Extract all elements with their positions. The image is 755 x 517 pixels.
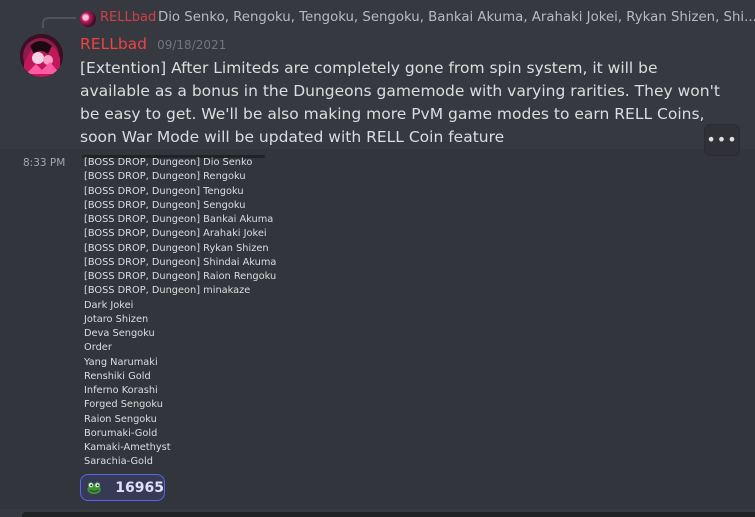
list-item: [BOSS DROP, Dungeon] Bankai Akuma [84,214,274,225]
list-item: [BOSS DROP, Dungeon] Arahaki Jokei [84,228,267,240]
more-dots-icon: ••• [706,130,738,149]
reply-avatar[interactable] [80,11,96,27]
list-item: Kamaki-Amethyst [84,442,171,453]
more-options-button[interactable]: ••• [704,124,740,156]
list-item: Forged Sengoku [84,399,163,411]
list-item: [BOSS DROP, Dungeon] Tengoku [84,185,244,197]
list-item: Order [84,342,112,354]
list-item: Dark Jokei [84,299,134,311]
list-item: Jotaro Shizen [84,313,149,325]
frog-emoji-icon [87,481,101,494]
reply-preview[interactable]: Dio Senko, Rengoku, Tengoku, Sengoku, Ba… [158,10,755,25]
message-timestamp: 8:33 PM [23,157,66,169]
list-item: Yang Narumaki [84,356,158,368]
message-author[interactable]: RELLbad [80,35,147,53]
list-item: Raion Sengoku [84,413,157,425]
list-item: Renshiki Gold [84,370,151,382]
avatar-image [20,34,63,77]
list-item: [BOSS DROP, Dungeon] Rykan Shizen [84,242,269,254]
list-item: [BOSS DROP, Dungeon] Sengoku [84,199,246,211]
list-item: Sarachia-Gold [84,456,153,468]
list-item: Deva Sengoku [84,328,155,339]
message-date: 09/18/2021 [157,38,227,52]
reaction-button[interactable]: 16965 [80,474,165,501]
avatar[interactable] [20,34,63,77]
list-item: Inferno Korashi [84,385,158,396]
chat-page: RELLbad Dio Senko, Rengoku, Tengoku, Sen… [0,0,755,517]
list-item: [BOSS DROP, Dungeon] Dio Senko [84,157,253,168]
list-item: [BOSS DROP, Dungeon] minakaze [84,285,251,297]
reward-list: [BOSS DROP, Dungeon] Dio Senko [BOSS DRO… [84,156,276,470]
bottom-scroll-bar [22,512,755,517]
list-item: [BOSS DROP, Dungeon] Rengoku [84,171,246,183]
list-item: Borumaki-Gold [84,427,158,439]
reply-spine [42,17,76,28]
list-item: [BOSS DROP, Dungeon] Raion Rengoku [84,271,277,282]
message-header: RELLbad 09/18/2021 [80,34,226,54]
reply-author[interactable]: RELLbad [100,10,156,25]
list-item: [BOSS DROP, Dungeon] Shindai Akuma [84,256,277,268]
reaction-count: 16965 [115,479,164,496]
reply-reference[interactable]: RELLbad Dio Senko, Rengoku, Tengoku, Sen… [42,8,755,28]
message-text: [Extention] After Limiteds are completel… [80,59,720,146]
